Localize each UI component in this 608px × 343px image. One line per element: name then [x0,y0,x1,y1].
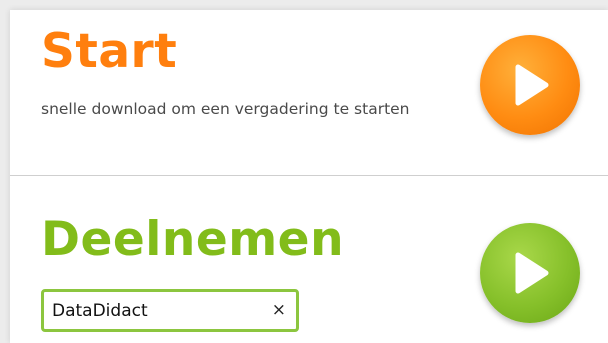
play-icon [515,64,549,106]
join-section: Deelnemen × [10,176,608,343]
join-play-button[interactable] [480,223,580,323]
start-section: Start snelle download om een vergadering… [10,10,608,175]
meeting-name-input[interactable] [44,292,264,329]
launcher-panel: Start snelle download om een vergadering… [10,10,608,343]
clear-input-icon[interactable]: × [272,300,286,320]
join-title: Deelnemen [41,212,345,267]
start-play-button[interactable] [480,35,580,135]
start-description: snelle download om een vergadering te st… [41,100,410,118]
meeting-input-wrapper: × [41,289,299,332]
play-icon [515,252,549,294]
start-title: Start [41,24,178,79]
